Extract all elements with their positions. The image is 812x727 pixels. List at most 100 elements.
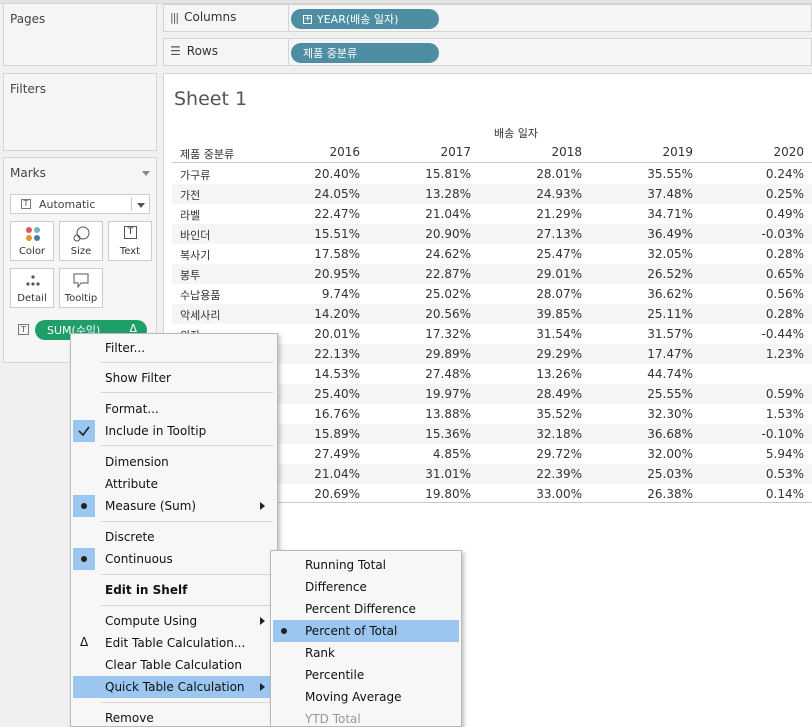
value-cell[interactable]: 25.11% [613, 307, 693, 321]
value-cell[interactable]: 25.55% [613, 387, 693, 401]
menu-show-filter[interactable]: Show Filter [73, 367, 275, 389]
year-header-2018[interactable]: 2018 [502, 145, 582, 159]
value-cell[interactable]: 35.55% [613, 167, 693, 181]
value-cell[interactable]: -0.03% [724, 227, 804, 241]
value-cell[interactable]: 22.87% [391, 267, 471, 281]
value-cell[interactable]: 0.53% [724, 467, 804, 481]
value-cell[interactable]: 14.53% [280, 367, 360, 381]
menu-attribute[interactable]: Attribute [73, 473, 275, 495]
value-cell[interactable]: 25.47% [502, 247, 582, 261]
value-cell[interactable]: 0.24% [724, 167, 804, 181]
marks-collapse-icon[interactable] [142, 171, 150, 176]
year-header-2019[interactable]: 2019 [613, 145, 693, 159]
value-cell[interactable]: 31.01% [391, 467, 471, 481]
value-cell[interactable]: 32.05% [613, 247, 693, 261]
value-cell[interactable]: 22.39% [502, 467, 582, 481]
menu-edit-in-shelf[interactable]: Edit in Shelf [73, 579, 275, 601]
value-cell[interactable]: 25.02% [391, 287, 471, 301]
value-cell[interactable]: 19.80% [391, 487, 471, 501]
row-header-cell[interactable]: 가구류 [180, 167, 210, 183]
value-cell[interactable]: 15.89% [280, 427, 360, 441]
value-cell[interactable]: 31.57% [613, 327, 693, 341]
size-button[interactable]: Size [59, 221, 103, 261]
year-header-2016[interactable]: 2016 [280, 145, 360, 159]
value-cell[interactable]: 31.54% [502, 327, 582, 341]
value-cell[interactable]: 28.01% [502, 167, 582, 181]
row-header-cell[interactable]: 악세사리 [180, 307, 220, 323]
row-header-cell[interactable]: 수납용품 [180, 287, 220, 303]
sheet-title[interactable]: Sheet 1 [174, 88, 247, 110]
submenu-running-total[interactable]: Running Total [273, 554, 459, 576]
year-ship-date-pill[interactable]: + YEAR(배송 일자) [291, 9, 439, 29]
value-cell[interactable]: 15.81% [391, 167, 471, 181]
value-cell[interactable]: 27.13% [502, 227, 582, 241]
value-cell[interactable]: 37.48% [613, 187, 693, 201]
columns-shelf[interactable]: ||| Columns + YEAR(배송 일자) [163, 4, 812, 32]
value-cell[interactable]: 15.36% [391, 427, 471, 441]
row-header-cell[interactable]: 봉투 [180, 267, 200, 283]
value-cell[interactable]: 0.59% [724, 387, 804, 401]
value-cell[interactable]: 25.03% [613, 467, 693, 481]
value-cell[interactable]: 13.88% [391, 407, 471, 421]
value-cell[interactable]: 39.85% [502, 307, 582, 321]
value-cell[interactable]: 26.52% [613, 267, 693, 281]
value-cell[interactable]: 20.01% [280, 327, 360, 341]
value-cell[interactable]: 16.76% [280, 407, 360, 421]
value-cell[interactable]: 14.20% [280, 307, 360, 321]
year-header-2020[interactable]: 2020 [724, 145, 804, 159]
value-cell[interactable]: 17.58% [280, 247, 360, 261]
value-cell[interactable]: 25.40% [280, 387, 360, 401]
table-row[interactable]: 바인더 15.51% 20.90% 27.13% 36.49% -0.03% [172, 224, 812, 244]
menu-filter[interactable]: Filter... [73, 337, 275, 359]
row-header-cell[interactable]: 바인더 [180, 227, 210, 243]
value-cell[interactable]: 24.62% [391, 247, 471, 261]
value-cell[interactable]: 20.90% [391, 227, 471, 241]
value-cell[interactable]: 36.49% [613, 227, 693, 241]
value-cell[interactable]: 0.28% [724, 247, 804, 261]
value-cell[interactable]: 36.68% [613, 427, 693, 441]
value-cell[interactable]: -0.10% [724, 427, 804, 441]
table-row[interactable]: 악세사리 14.20% 20.56% 39.85% 25.11% 0.28% [172, 304, 812, 324]
value-cell[interactable]: 20.40% [280, 167, 360, 181]
value-cell[interactable]: 29.89% [391, 347, 471, 361]
menu-include-in-tooltip[interactable]: Include in Tooltip [73, 420, 275, 442]
value-cell[interactable]: 20.69% [280, 487, 360, 501]
value-cell[interactable]: 1.23% [724, 347, 804, 361]
value-cell[interactable]: 32.00% [613, 447, 693, 461]
table-row[interactable]: 가전 24.05% 13.28% 24.93% 37.48% 0.25% [172, 184, 812, 204]
value-cell[interactable]: 32.30% [613, 407, 693, 421]
value-cell[interactable]: 21.04% [280, 467, 360, 481]
value-cell[interactable]: 29.72% [502, 447, 582, 461]
value-cell[interactable]: 34.71% [613, 207, 693, 221]
table-row[interactable]: 복사기 17.58% 24.62% 25.47% 32.05% 0.28% [172, 244, 812, 264]
value-cell[interactable]: 15.51% [280, 227, 360, 241]
menu-measure-sum[interactable]: Measure (Sum) [73, 495, 275, 517]
value-cell[interactable]: 0.56% [724, 287, 804, 301]
value-cell[interactable]: 24.93% [502, 187, 582, 201]
text-button[interactable]: T Text [108, 221, 152, 261]
value-cell[interactable]: 17.32% [391, 327, 471, 341]
value-cell[interactable]: 21.29% [502, 207, 582, 221]
menu-edit-table-calculation[interactable]: Δ Edit Table Calculation... [73, 632, 275, 654]
value-cell[interactable]: 0.65% [724, 267, 804, 281]
table-row[interactable]: 라벨 22.47% 21.04% 21.29% 34.71% 0.49% [172, 204, 812, 224]
pages-panel[interactable]: Pages [3, 3, 157, 66]
value-cell[interactable]: 27.49% [280, 447, 360, 461]
table-row[interactable]: 가구류 20.40% 15.81% 28.01% 35.55% 0.24% [172, 164, 812, 184]
submenu-percent-difference[interactable]: Percent Difference [273, 598, 459, 620]
submenu-moving-average[interactable]: Moving Average [273, 686, 459, 708]
row-header-cell[interactable]: 가전 [180, 187, 200, 203]
value-cell[interactable]: 0.25% [724, 187, 804, 201]
filters-panel[interactable]: Filters [3, 73, 157, 151]
value-cell[interactable]: 17.47% [613, 347, 693, 361]
menu-continuous[interactable]: Continuous [73, 548, 275, 570]
value-cell[interactable]: 32.18% [502, 427, 582, 441]
submenu-rank[interactable]: Rank [273, 642, 459, 664]
rows-shelf[interactable]: ☰ Rows 제품 중분류 [163, 38, 812, 66]
row-header-cell[interactable]: 복사기 [180, 247, 210, 263]
value-cell[interactable]: 29.01% [502, 267, 582, 281]
color-button[interactable]: Color [10, 221, 54, 261]
value-cell[interactable]: -0.44% [724, 327, 804, 341]
value-cell[interactable]: 20.95% [280, 267, 360, 281]
value-cell[interactable]: 19.97% [391, 387, 471, 401]
